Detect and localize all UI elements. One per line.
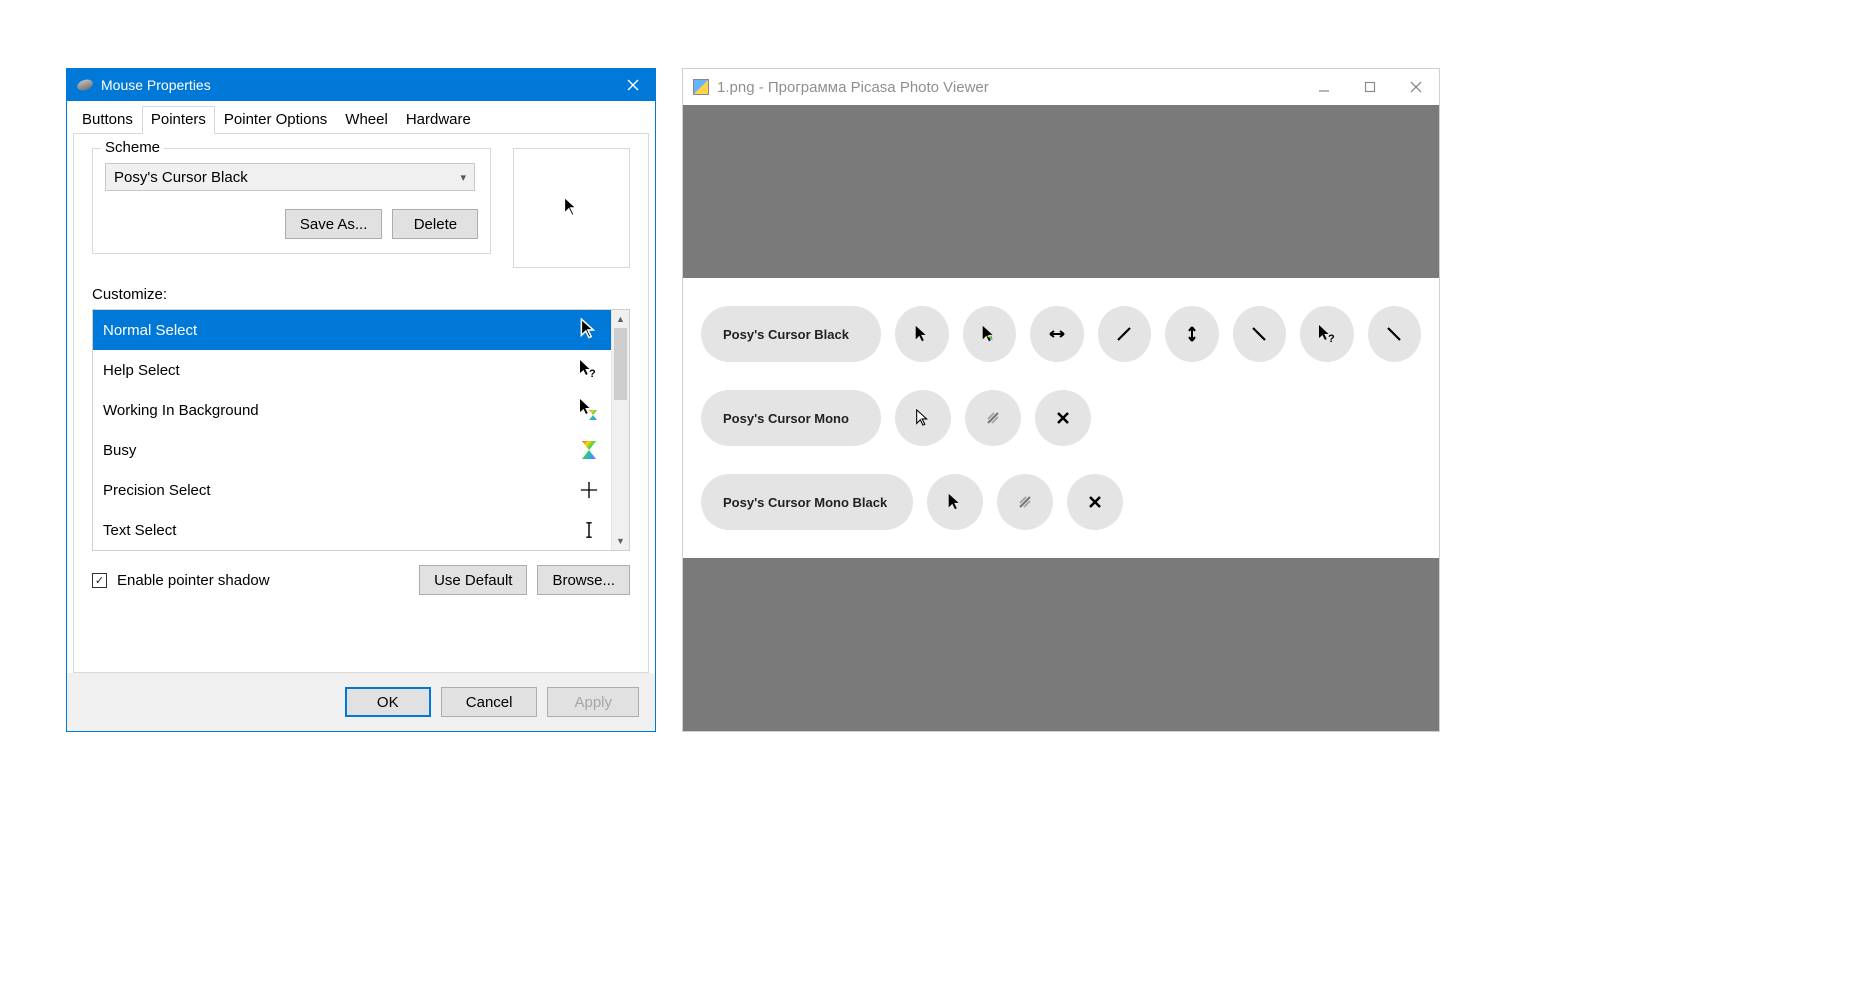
cursor-set-row: Posy's Cursor Mono [701, 390, 1421, 446]
scheme-combobox[interactable]: Posy's Cursor Black ▾ [105, 163, 475, 191]
delete-button[interactable]: Delete [392, 209, 478, 239]
tab-hardware[interactable]: Hardware [397, 106, 480, 134]
cursor-name: Help Select [103, 362, 180, 379]
picasa-app-icon [693, 79, 709, 95]
crosshair-icon [577, 478, 601, 502]
ok-button[interactable]: OK [345, 687, 431, 717]
cursor-set-row: Posy's Cursor Black [701, 306, 1421, 362]
help-arrow-icon [577, 358, 601, 382]
scroll-up-icon[interactable]: ▲ [612, 310, 629, 328]
arrow-icon [927, 474, 983, 530]
titlebar[interactable]: Mouse Properties [67, 69, 655, 101]
move-icon [1368, 306, 1422, 362]
scroll-thumb[interactable] [614, 328, 627, 400]
scrollbar[interactable]: ▲ ▼ [611, 310, 629, 550]
cursor-name: Text Select [103, 522, 176, 539]
list-item[interactable]: Precision Select [93, 470, 611, 510]
cursor-name: Normal Select [103, 322, 197, 339]
tab-pointers[interactable]: Pointers [142, 106, 215, 134]
window-title: Mouse Properties [101, 77, 611, 93]
scheme-group: Scheme Posy's Cursor Black ▾ Save As... … [92, 148, 491, 254]
cursor-set-label: Posy's Cursor Black [701, 306, 881, 362]
stripes-icon [997, 474, 1053, 530]
cursor-set-row: Posy's Cursor Mono Black [701, 474, 1421, 530]
mouse-icon [76, 78, 94, 93]
picasa-window: 1.png - Программа Picasa Photo Viewer Po… [682, 68, 1440, 732]
window-title: 1.png - Программа Picasa Photo Viewer [717, 79, 1301, 96]
titlebar[interactable]: 1.png - Программа Picasa Photo Viewer [683, 69, 1439, 105]
browse-button[interactable]: Browse... [537, 565, 630, 595]
enable-shadow-label: Enable pointer shadow [117, 572, 270, 589]
maximize-button[interactable] [1347, 69, 1393, 105]
close-button[interactable] [1393, 69, 1439, 105]
apply-button[interactable]: Apply [547, 687, 639, 717]
tabs: Buttons Pointers Pointer Options Wheel H… [67, 101, 655, 133]
cursor-name: Precision Select [103, 482, 211, 499]
ibeam-icon [577, 518, 601, 542]
help-arrow-icon [1300, 306, 1354, 362]
cursor-name: Working In Background [103, 402, 259, 419]
customize-label: Customize: [92, 286, 630, 303]
x-icon [1035, 390, 1091, 446]
cursor-listbox[interactable]: Normal Select Help Select Working In Bac… [92, 309, 630, 551]
cursor-set-label: Posy's Cursor Mono Black [701, 474, 913, 530]
cursor-name: Busy [103, 442, 136, 459]
arrow-icon [577, 318, 601, 342]
resize-h-icon [1030, 306, 1084, 362]
tab-wheel[interactable]: Wheel [336, 106, 397, 134]
minimize-button[interactable] [1301, 69, 1347, 105]
arrow-rainbow-icon [963, 306, 1017, 362]
arrow-icon [562, 196, 582, 220]
stripes-icon [965, 390, 1021, 446]
close-button[interactable] [611, 69, 655, 101]
busy-icon [577, 438, 601, 462]
cursor-preview [513, 148, 630, 268]
save-as-button[interactable]: Save As... [285, 209, 383, 239]
list-item[interactable]: Help Select [93, 350, 611, 390]
tab-buttons[interactable]: Buttons [73, 106, 142, 134]
scheme-selected: Posy's Cursor Black [114, 169, 248, 186]
x-icon [1067, 474, 1123, 530]
working-icon [577, 398, 601, 422]
resize-v-icon [1165, 306, 1219, 362]
list-item[interactable]: Working In Background [93, 390, 611, 430]
list-item[interactable]: Busy [93, 430, 611, 470]
resize-diag2-icon [1233, 306, 1287, 362]
mouse-properties-dialog: Mouse Properties Buttons Pointers Pointe… [66, 68, 656, 732]
resize-diag-icon [1098, 306, 1152, 362]
arrow-outline-icon [895, 390, 951, 446]
scheme-label: Scheme [101, 139, 164, 156]
tab-pointer-options[interactable]: Pointer Options [215, 106, 336, 134]
cursor-set-label: Posy's Cursor Mono [701, 390, 881, 446]
list-item[interactable]: Text Select [93, 510, 611, 550]
use-default-button[interactable]: Use Default [419, 565, 527, 595]
tabpage-pointers: Scheme Posy's Cursor Black ▾ Save As... … [73, 133, 649, 673]
chevron-down-icon: ▾ [460, 171, 466, 184]
image-content: Posy's Cursor Black Posy's Cursor Mono [683, 278, 1439, 558]
cancel-button[interactable]: Cancel [441, 687, 538, 717]
list-item[interactable]: Normal Select [93, 310, 611, 350]
viewer-canvas[interactable]: Posy's Cursor Black Posy's Cursor Mono [683, 105, 1439, 731]
dialog-footer: OK Cancel Apply [67, 673, 655, 731]
scroll-down-icon[interactable]: ▼ [612, 532, 629, 550]
enable-shadow-checkbox[interactable]: ✓ [92, 573, 107, 588]
arrow-icon [895, 306, 949, 362]
